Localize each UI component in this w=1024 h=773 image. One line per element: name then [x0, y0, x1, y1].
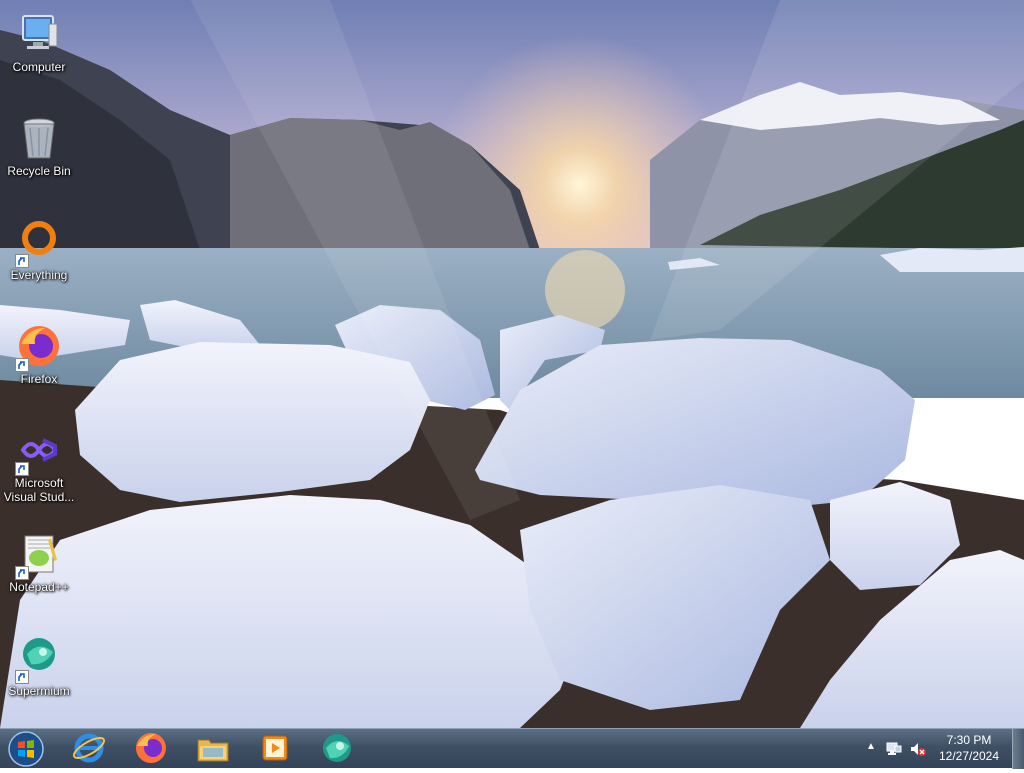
show-hidden-icons-arrow[interactable]: ▲ [866, 741, 880, 755]
shortcut-arrow-icon [15, 462, 29, 476]
shortcut-arrow-icon [15, 566, 29, 580]
shortcut-arrow-icon [15, 254, 29, 268]
desktop-icon-label: Computer [12, 60, 66, 74]
start-orb-icon [8, 731, 44, 767]
desktop-icon-visual-studio[interactable]: Microsoft Visual Stud... [2, 422, 76, 518]
network-icon[interactable] [886, 741, 902, 757]
volume-muted-icon[interactable] [910, 741, 926, 757]
recycle-bin-icon [15, 114, 63, 162]
desktop-icon-recycle-bin[interactable]: Recycle Bin [2, 110, 76, 206]
shortcut-arrow-icon [15, 358, 29, 372]
desktop-icon-computer[interactable]: Computer [2, 6, 76, 102]
clock-time: 7:30 PM [946, 733, 992, 747]
visual-studio-icon [15, 426, 63, 476]
taskbar: ▲ 7:30 PM 12/27/2024 [0, 728, 1024, 769]
desktop-wallpaper [0, 0, 1024, 728]
desktop-icon-label: Firefox [20, 372, 58, 386]
computer-icon [15, 10, 63, 58]
desktop-icon-label: Supermium [8, 684, 70, 698]
desktop-icon-label-line2: Visual Stud... [3, 490, 75, 504]
desktop-icon-notepad-plus-plus[interactable]: Notepad++ [2, 526, 76, 622]
system-tray: ▲ 7:30 PM 12/27/2024 [864, 729, 1024, 769]
desktop-icon-label: Notepad++ [9, 580, 69, 594]
taskbar-supermium[interactable] [310, 730, 364, 766]
clock-date: 12/27/2024 [938, 749, 1000, 763]
media-player-icon [262, 735, 288, 761]
desktop-icon-everything[interactable]: Everything [2, 214, 76, 310]
notepad-plus-plus-icon [15, 530, 63, 580]
file-explorer-icon [197, 739, 229, 762]
everything-icon [15, 218, 63, 268]
firefox-icon [15, 322, 63, 372]
firefox-icon [136, 733, 166, 763]
show-desktop-button[interactable] [1012, 729, 1024, 769]
supermium-icon [323, 734, 351, 762]
taskbar-clock[interactable]: 7:30 PM 12/27/2024 [928, 732, 1010, 764]
supermium-icon [15, 634, 63, 684]
desktop-icon-label-line1: Microsoft [14, 476, 64, 490]
desktop-icon-label: Everything [10, 268, 68, 282]
desktop-icon-firefox[interactable]: Firefox [2, 318, 76, 414]
taskbar-media-player[interactable] [248, 730, 302, 766]
taskbar-internet-explorer[interactable] [62, 730, 116, 766]
shortcut-arrow-icon [15, 670, 29, 684]
start-button[interactable] [4, 730, 48, 768]
internet-explorer-icon [72, 733, 106, 763]
taskbar-file-explorer[interactable] [186, 730, 240, 766]
desktop-icon-label: Recycle Bin [7, 164, 71, 178]
desktop-icon-supermium[interactable]: Supermium [2, 630, 76, 726]
taskbar-firefox[interactable] [124, 730, 178, 766]
